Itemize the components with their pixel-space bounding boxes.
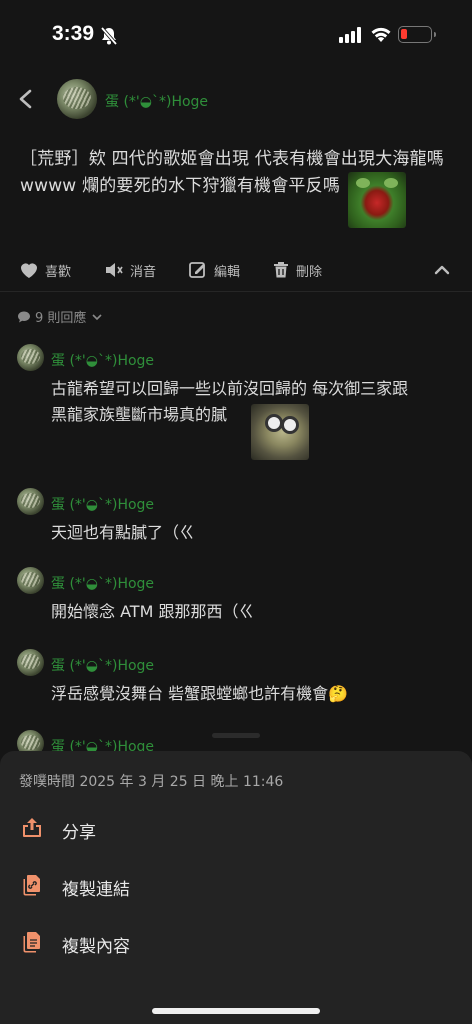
battery-icon	[398, 26, 436, 43]
mute-label: 消音	[130, 264, 157, 280]
edit-label: 編輯	[214, 264, 241, 280]
reply-author[interactable]: 蛋 (*'◒`*)Hoge	[51, 573, 154, 593]
copy-content-label: 複製內容	[62, 936, 130, 957]
copy-link-label: 複製連結	[62, 879, 130, 900]
mute-button[interactable]: 消音	[104, 255, 156, 285]
collapse-chevron-up-icon[interactable]	[432, 260, 452, 284]
heart-icon	[21, 263, 37, 278]
post-action-bar: 喜歡 消音 編輯 刪除	[0, 255, 472, 285]
frog-sticker-image[interactable]	[348, 172, 406, 228]
reply-author[interactable]: 蛋 (*'◒`*)Hoge	[51, 494, 154, 514]
author-name[interactable]: 蛋 (*'◒`*)Hoge	[105, 91, 208, 111]
reply-text: 天迴也有點膩了（ㄍ	[51, 523, 196, 542]
reply-avatar[interactable]	[17, 488, 44, 515]
post-text-line-1: ［荒野］欸 四代的歌姬會出現 代表有機會出現大海龍嗎	[20, 149, 445, 169]
chevron-down-icon	[92, 313, 102, 320]
reply-text: 開始懷念 ATM 跟那那西（ㄍ	[51, 602, 255, 621]
status-bar: 3:39	[0, 0, 472, 70]
back-chevron-icon[interactable]	[16, 88, 36, 114]
frog-sticker-image[interactable]	[251, 404, 309, 460]
trash-icon	[274, 262, 288, 278]
cellular-signal-icon	[339, 27, 363, 47]
reply-avatar[interactable]	[17, 344, 44, 371]
reply-avatar[interactable]	[17, 567, 44, 594]
reply-text-line-2: 黑龍家族壟斷市場真的膩	[51, 405, 228, 424]
wifi-icon	[370, 26, 392, 47]
home-indicator[interactable]	[152, 1008, 320, 1014]
reply-author[interactable]: 蛋 (*'◒`*)Hoge	[51, 655, 154, 675]
reply-avatar[interactable]	[17, 649, 44, 676]
speaker-mute-icon	[106, 263, 123, 277]
divider	[0, 291, 472, 292]
share-button[interactable]: 分享	[0, 805, 472, 855]
action-sheet: 發噗時間 2025 年 3 月 25 日 晚上 11:46 分享 複製連結 複製…	[0, 751, 472, 1024]
like-button[interactable]: 喜歡	[19, 255, 71, 285]
delete-label: 刪除	[296, 264, 323, 280]
copy-content-button[interactable]: 複製內容	[0, 919, 472, 969]
reply-text: 古龍希望可以回歸一些以前沒回歸的 每次御三家跟 黑龍家族壟斷市場真的膩	[51, 376, 408, 428]
reply-author[interactable]: 蛋 (*'◒`*)Hoge	[51, 350, 154, 370]
share-label: 分享	[62, 822, 96, 843]
edit-button[interactable]: 編輯	[188, 255, 240, 285]
delete-button[interactable]: 刪除	[272, 255, 322, 285]
share-icon	[20, 816, 44, 844]
copy-link-button[interactable]: 複製連結	[0, 862, 472, 912]
bell-muted-icon	[99, 26, 119, 50]
copy-link-icon	[20, 873, 44, 901]
author-avatar[interactable]	[57, 79, 97, 119]
status-time: 3:39	[52, 22, 95, 45]
sheet-grabber[interactable]	[212, 733, 260, 738]
reply-text: 浮岳感覺沒舞台 砦蟹跟螳螂也許有機會🤔	[51, 684, 349, 703]
reply-count-toggle[interactable]: 9 則回應	[17, 307, 104, 326]
reply-count-label: 9 則回應	[35, 311, 87, 326]
like-label: 喜歡	[45, 264, 72, 280]
copy-content-icon	[20, 930, 44, 958]
post-time: 發噗時間 2025 年 3 月 25 日 晚上 11:46	[19, 774, 284, 790]
speech-bubble-icon	[18, 311, 30, 322]
reply-text-line-1: 古龍希望可以回歸一些以前沒回歸的 每次御三家跟	[51, 379, 409, 398]
edit-pencil-icon	[189, 262, 205, 278]
